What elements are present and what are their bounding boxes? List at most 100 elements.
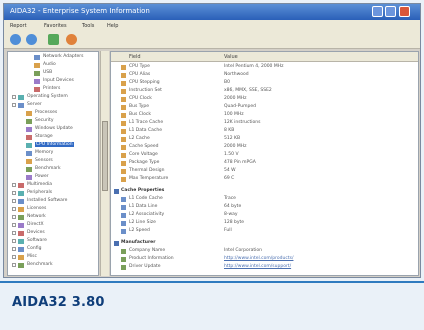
property-icon xyxy=(121,213,126,218)
tree-item[interactable]: Input Devices xyxy=(8,78,98,85)
tree-item-label: Peripherals xyxy=(27,190,53,195)
property-row[interactable]: Core Voltage 1.50 V xyxy=(111,152,418,159)
tree-item[interactable]: Software xyxy=(8,238,98,245)
tree-item[interactable]: Memory xyxy=(8,150,98,157)
tree-item-label: Software xyxy=(27,238,47,243)
property-row[interactable]: L1 Trace Cache 12K instructions xyxy=(111,120,418,127)
tree-scrollbar[interactable] xyxy=(100,51,109,276)
property-row[interactable]: CPU Stepping B0 xyxy=(111,80,418,87)
tree-item[interactable]: Config xyxy=(8,246,98,253)
dev-icon xyxy=(18,231,24,236)
tree-item[interactable]: CPU Information xyxy=(8,142,98,149)
property-field: Bus Clock xyxy=(129,112,151,117)
property-value: 64 byte xyxy=(224,204,242,209)
property-field: L2 Speed xyxy=(129,228,150,233)
tree-item[interactable]: Operating System xyxy=(8,94,98,101)
tree-item[interactable]: Devices xyxy=(8,230,98,237)
mem-icon xyxy=(26,151,32,156)
property-row[interactable]: CPU Clock 2000 MHz xyxy=(111,96,418,103)
property-link[interactable]: http://www.intel.com/support/ xyxy=(224,264,291,269)
property-row[interactable]: L2 Line Size 128 byte xyxy=(111,220,418,227)
tree-item[interactable]: Storage xyxy=(8,134,98,141)
menu-report[interactable]: Report xyxy=(10,23,27,29)
tree-item[interactable]: Power xyxy=(8,174,98,181)
tree-item[interactable]: Network xyxy=(8,214,98,221)
property-row[interactable]: CPU Type Intel Pentium 4, 2000 MHz xyxy=(111,64,418,71)
tree-item[interactable]: Server xyxy=(8,102,98,109)
property-row[interactable]: Max Temperature 69 C xyxy=(111,176,418,183)
close-button[interactable] xyxy=(399,6,410,17)
property-field: Cache Speed xyxy=(129,144,159,149)
tree-item[interactable]: DirectX xyxy=(8,222,98,229)
tree-item[interactable]: Licenses xyxy=(8,206,98,213)
tree-expander[interactable] xyxy=(12,239,16,243)
navigation-tree[interactable]: Network Adapters Audio USB Input Devices Pri… xyxy=(7,51,99,276)
property-row[interactable]: CPU Alias Northwood xyxy=(111,72,418,79)
tree-item[interactable]: Processes xyxy=(8,110,98,117)
property-row[interactable]: Product Information http://www.intel.com/… xyxy=(111,256,418,263)
tree-expander[interactable] xyxy=(12,95,16,99)
tree-item-label: Benchmark xyxy=(27,262,53,267)
maximize-button[interactable] xyxy=(385,6,396,17)
back-icon[interactable] xyxy=(10,34,21,45)
tree-expander[interactable] xyxy=(12,255,16,259)
tree-expander[interactable] xyxy=(12,103,16,107)
property-row[interactable]: L2 Associativity 8-way xyxy=(111,212,418,219)
tree-expander[interactable] xyxy=(12,215,16,219)
tree-item-label: Power xyxy=(35,174,49,179)
property-row[interactable]: Cache Speed 2000 MHz xyxy=(111,144,418,151)
report-icon[interactable] xyxy=(66,34,77,45)
property-row[interactable]: L2 Speed Full xyxy=(111,228,418,235)
property-field: Thermal Design xyxy=(129,168,165,173)
tree-expander[interactable] xyxy=(12,263,16,267)
tree-item[interactable]: Sensors xyxy=(8,158,98,165)
tree-expander[interactable] xyxy=(12,199,16,203)
property-row[interactable]: Driver Update http://www.intel.com/suppor… xyxy=(111,264,418,271)
tree-item[interactable]: Multimedia xyxy=(8,182,98,189)
tree-item-label: Licenses xyxy=(27,206,47,211)
property-row[interactable]: Package Type 478 Pin mPGA xyxy=(111,160,418,167)
tree-item[interactable]: Windows Update xyxy=(8,126,98,133)
tree-item[interactable]: USB xyxy=(8,70,98,77)
tree-item[interactable]: Installed Software xyxy=(8,198,98,205)
tree-expander[interactable] xyxy=(12,183,16,187)
property-row[interactable]: L2 Cache 512 KB xyxy=(111,136,418,143)
tree-item[interactable]: Misc xyxy=(8,254,98,261)
property-row[interactable]: Instruction Set x86, MMX, SSE, SSE2 xyxy=(111,88,418,95)
tree-expander[interactable] xyxy=(12,191,16,195)
tree-item[interactable]: Security xyxy=(8,118,98,125)
menu-favorites[interactable]: Favorites xyxy=(44,23,67,29)
column-field[interactable]: Field xyxy=(129,54,141,60)
property-row[interactable]: L1 Data Line 64 byte xyxy=(111,204,418,211)
minimize-button[interactable] xyxy=(372,6,383,17)
tree-expander[interactable] xyxy=(12,231,16,235)
refresh-icon[interactable] xyxy=(48,34,59,45)
tree-item[interactable]: Benchmark xyxy=(8,166,98,173)
forward-icon[interactable] xyxy=(26,34,37,45)
property-row[interactable]: Company Name Intel Corporation xyxy=(111,248,418,255)
scrollbar-thumb[interactable] xyxy=(102,121,108,191)
tree-item[interactable]: Printers xyxy=(8,86,98,93)
tree-item[interactable]: Network Adapters xyxy=(8,54,98,61)
property-link[interactable]: http://www.intel.com/products/ xyxy=(224,256,293,261)
property-row[interactable]: Thermal Design 54 W xyxy=(111,168,418,175)
property-value: Intel Pentium 4, 2000 MHz xyxy=(224,64,284,69)
property-row[interactable]: Bus Clock 100 MHz xyxy=(111,112,418,119)
property-row[interactable]: L1 Data Cache 8 KB xyxy=(111,128,418,135)
tree-item-label: CPU Information xyxy=(35,142,74,147)
per-icon xyxy=(18,191,24,196)
column-value[interactable]: Value xyxy=(224,54,238,60)
os-icon xyxy=(18,95,24,100)
tree-expander[interactable] xyxy=(12,207,16,211)
tree-item[interactable]: Peripherals xyxy=(8,190,98,197)
property-row[interactable]: L1 Code Cache Trace xyxy=(111,196,418,203)
menu-tools[interactable]: Tools xyxy=(82,23,94,29)
tree-expander[interactable] xyxy=(12,223,16,227)
tree-item[interactable]: Audio xyxy=(8,62,98,69)
property-row[interactable]: Bus Type Quad-Pumped xyxy=(111,104,418,111)
menu-help[interactable]: Help xyxy=(107,23,118,29)
tree-expander[interactable] xyxy=(12,247,16,251)
tree-item[interactable]: Benchmark xyxy=(8,262,98,269)
property-value: 8-way xyxy=(224,212,238,217)
property-icon xyxy=(121,81,126,86)
